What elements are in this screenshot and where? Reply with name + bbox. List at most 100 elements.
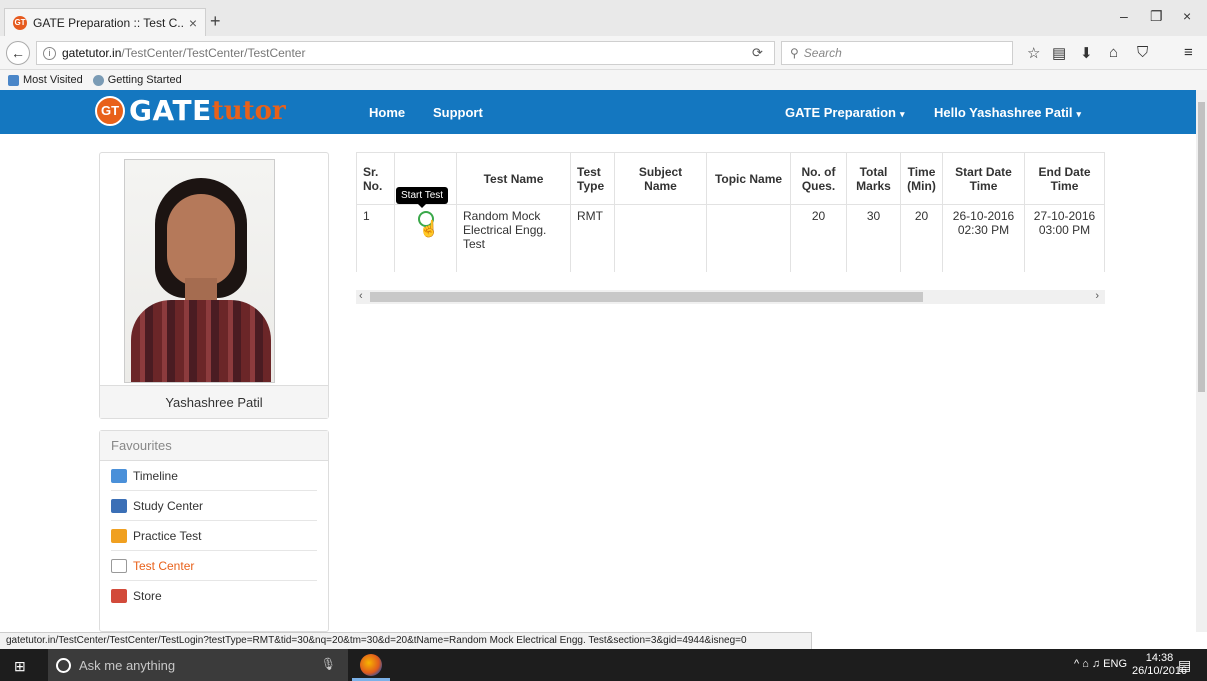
url-host: gatetutor.in xyxy=(62,46,122,60)
start-date: 26-10-2016 xyxy=(952,209,1015,223)
logo-gate-text: GATE xyxy=(129,94,212,127)
reload-icon[interactable]: ⟳ xyxy=(752,45,763,61)
pocket-icon[interactable]: ⛉ xyxy=(1137,44,1148,61)
menu-icon[interactable]: ≡ xyxy=(1184,44,1193,61)
test-table: Sr. No. Action Test Name Test Type Subje… xyxy=(356,152,1105,272)
windows-taskbar: ⊞ Ask me anything 🎙 ^ ⌂ ♫ ENG 14:38 26/1… xyxy=(0,649,1207,681)
profile-name: Yashashree Patil xyxy=(100,385,328,418)
bookmark-getting-started[interactable]: Getting Started xyxy=(92,74,182,86)
browser-tab[interactable]: GT GATE Preparation :: Test C... × xyxy=(4,8,206,36)
restore-button[interactable]: ❐ xyxy=(1150,8,1163,25)
cortana-search-box[interactable]: Ask me anything 🎙 xyxy=(48,649,348,681)
th-subject-name: Subject Name xyxy=(614,152,707,205)
cell-end-date-time: 27-10-2016 03:00 PM xyxy=(1024,204,1105,272)
th-end-date-time: End Date Time xyxy=(1024,152,1105,205)
start-test-tooltip: Start Test xyxy=(396,187,449,208)
fav-item-timeline[interactable]: Timeline xyxy=(111,461,317,491)
nav-home[interactable]: Home xyxy=(369,105,405,120)
cell-start-date-time: 26-10-2016 02:30 PM xyxy=(942,204,1025,272)
minimize-button[interactable]: ‒ xyxy=(1120,8,1128,24)
bookmark-most-visited[interactable]: Most Visited xyxy=(8,74,83,86)
windows-start-icon[interactable]: ⊞ xyxy=(14,658,26,675)
cell-time-min: 20 xyxy=(900,204,943,272)
profile-photo xyxy=(124,159,275,383)
vertical-scrollbar-thumb[interactable] xyxy=(1198,102,1205,392)
cell-test-type: RMT xyxy=(570,204,615,272)
page-vertical-scrollbar[interactable] xyxy=(1196,90,1207,632)
scrollbar-thumb[interactable] xyxy=(370,292,923,302)
fav-item-test-center[interactable]: Test Center xyxy=(111,551,317,581)
scroll-right-icon[interactable]: › xyxy=(1095,290,1099,302)
bookmark-star-icon[interactable]: ☆ xyxy=(1027,44,1040,62)
gatetutor-logo[interactable]: GT GATE tutor xyxy=(95,94,286,127)
search-icon: ⚲ xyxy=(790,46,799,60)
clipboard-icon xyxy=(111,528,127,543)
close-window-button[interactable]: × xyxy=(1183,8,1191,24)
site-header: GT GATE tutor Home Support GATE Preparat… xyxy=(0,90,1196,134)
tab-title: GATE Preparation :: Test C... xyxy=(33,15,183,30)
end-time: 03:00 PM xyxy=(1038,223,1091,237)
end-date: 27-10-2016 xyxy=(1033,209,1096,223)
system-tray[interactable]: ^ ⌂ ♫ ENG xyxy=(1074,658,1127,670)
browser-search-input[interactable]: ⚲ Search xyxy=(781,41,1013,65)
timeline-icon xyxy=(111,468,127,483)
cell-topic-name xyxy=(706,204,791,272)
browser-tab-bar: GT GATE Preparation :: Test C... × + ‒ ❐… xyxy=(0,0,1207,36)
tab-close-icon[interactable]: × xyxy=(189,15,197,31)
start-time: 02:30 PM xyxy=(957,223,1010,237)
store-icon xyxy=(111,589,127,603)
page-viewport: GT GATE tutor Home Support GATE Preparat… xyxy=(0,90,1196,632)
cell-no-of-ques: 20 xyxy=(790,204,847,272)
cortana-icon xyxy=(56,657,71,673)
th-no-of-ques: No. of Ques. xyxy=(790,152,847,205)
reading-list-icon[interactable]: ▤ xyxy=(1052,44,1066,62)
nav-user-menu[interactable]: Hello Yashashree Patil ▾ xyxy=(934,105,1081,120)
url-bar[interactable]: i gatetutor.in /TestCenter/TestCenter/Te… xyxy=(36,41,775,65)
url-path: /TestCenter/TestCenter/TestCenter xyxy=(121,46,306,60)
th-start-date-time: Start Date Time xyxy=(942,152,1025,205)
cortana-placeholder: Ask me anything xyxy=(79,657,176,673)
favourites-panel: Favourites Timeline Study Center Practic… xyxy=(99,430,329,632)
th-sr-no: Sr. No. xyxy=(356,152,395,205)
th-total-marks: Total Marks xyxy=(846,152,901,205)
notification-icon[interactable]: ▤ xyxy=(1178,657,1191,674)
th-time-min: Time (Min) xyxy=(900,152,943,205)
scroll-left-icon[interactable]: ‹ xyxy=(359,290,363,302)
firefox-icon[interactable] xyxy=(360,654,382,676)
nav-support[interactable]: Support xyxy=(433,105,483,120)
th-test-type: Test Type xyxy=(570,152,615,205)
microphone-icon[interactable]: 🎙 xyxy=(321,657,336,671)
fav-item-practice-test[interactable]: Practice Test xyxy=(111,521,317,551)
search-placeholder: Search xyxy=(803,46,842,60)
new-tab-button[interactable]: + xyxy=(210,12,221,30)
back-arrow-icon[interactable]: ← xyxy=(6,41,30,65)
home-icon[interactable]: ⌂ xyxy=(1109,44,1118,61)
most-visited-icon xyxy=(8,74,19,86)
browser-nav-bar: ← i gatetutor.in /TestCenter/TestCenter/… xyxy=(0,36,1207,70)
status-bar-url: gatetutor.in/TestCenter/TestCenter/TestL… xyxy=(0,632,812,649)
caret-down-icon: ▾ xyxy=(1076,109,1082,119)
nav-gate-preparation[interactable]: GATE Preparation ▾ xyxy=(785,105,905,120)
th-topic-name: Topic Name xyxy=(706,152,791,205)
th-test-name: Test Name xyxy=(456,152,571,205)
caret-down-icon: ▾ xyxy=(900,109,905,119)
test-table-container: Sr. No. Action Test Name Test Type Subje… xyxy=(356,152,1105,272)
logo-tutor-text: tutor xyxy=(211,95,286,126)
cell-sr-no: 1 xyxy=(356,204,395,272)
favourites-title: Favourites xyxy=(100,431,328,461)
books-icon xyxy=(111,498,127,513)
table-row: 1 ☝ Random Mock Electrical Engg. Test RM… xyxy=(356,204,1105,272)
cell-total-marks: 30 xyxy=(846,204,901,272)
cell-subject-name xyxy=(614,204,707,272)
fav-item-study-center[interactable]: Study Center xyxy=(111,491,317,521)
test-center-icon xyxy=(111,558,127,573)
bookmarks-toolbar: Most Visited Getting Started xyxy=(0,70,1207,90)
downloads-icon[interactable]: ⬇ xyxy=(1080,44,1093,62)
table-header-row: Sr. No. Action Test Name Test Type Subje… xyxy=(356,152,1105,205)
profile-card: Yashashree Patil xyxy=(99,152,329,419)
globe-icon xyxy=(92,74,104,86)
fav-item-store[interactable]: Store xyxy=(111,581,317,611)
gatetutor-favicon-icon: GT xyxy=(13,15,27,30)
table-horizontal-scrollbar[interactable]: ‹ › xyxy=(356,290,1105,304)
info-icon[interactable]: i xyxy=(43,46,56,60)
